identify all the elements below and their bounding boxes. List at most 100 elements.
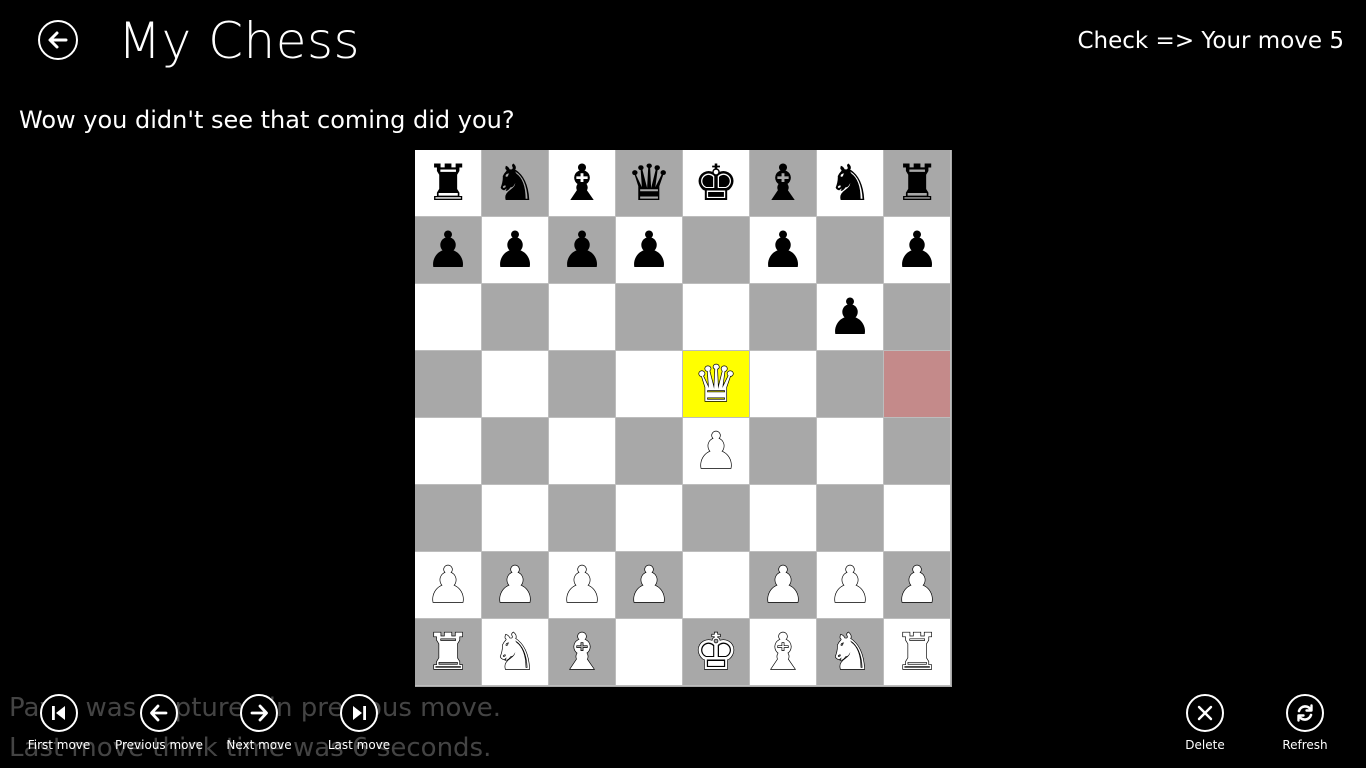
- square-a4[interactable]: [415, 418, 482, 485]
- square-b6[interactable]: [482, 284, 549, 351]
- square-g2[interactable]: ♟: [817, 552, 884, 619]
- square-d6[interactable]: [616, 284, 683, 351]
- square-f5[interactable]: [750, 351, 817, 418]
- next-move-label: Next move: [226, 738, 292, 752]
- next-move-button[interactable]: Next move: [209, 694, 309, 753]
- square-c3[interactable]: [549, 485, 616, 552]
- square-d8[interactable]: ♛: [616, 150, 683, 217]
- square-c5[interactable]: [549, 351, 616, 418]
- square-g1[interactable]: ♞: [817, 619, 884, 686]
- square-e8[interactable]: ♚: [683, 150, 750, 217]
- square-g6[interactable]: ♟: [817, 284, 884, 351]
- page-title: My Chess: [118, 12, 361, 70]
- back-button[interactable]: [38, 20, 78, 60]
- black-pawn-icon: ♟: [827, 288, 873, 346]
- black-pawn-icon: ♟: [425, 221, 471, 279]
- white-pawn-icon: ♟: [425, 556, 471, 614]
- square-h7[interactable]: ♟: [884, 217, 951, 284]
- square-d3[interactable]: [616, 485, 683, 552]
- white-pawn-icon: ♟: [626, 556, 672, 614]
- white-queen-icon: ♛: [693, 355, 739, 413]
- square-f4[interactable]: [750, 418, 817, 485]
- skip-to-end-icon: [353, 706, 366, 720]
- black-knight-icon: ♞: [492, 154, 538, 212]
- square-g7[interactable]: [817, 217, 884, 284]
- white-pawn-icon: ♟: [693, 422, 739, 480]
- square-g4[interactable]: [817, 418, 884, 485]
- square-f7[interactable]: ♟: [750, 217, 817, 284]
- first-move-button[interactable]: First move: [9, 694, 109, 753]
- white-rook-icon: ♜: [425, 623, 471, 681]
- chess-board: ♜ ♞ ♝ ♛ ♚ ♝ ♞ ♜ ♟ ♟ ♟ ♟ ♟ ♟ ♟ ♛ ♟ ♟ ♟ ♟ ♟ ♟ ♟ ♟ ♜ ♞ ♝ ♚ ♝ ♞ ♜: [415, 150, 952, 687]
- square-h3[interactable]: [884, 485, 951, 552]
- square-b2[interactable]: ♟: [482, 552, 549, 619]
- square-h1[interactable]: ♜: [884, 619, 951, 686]
- square-b8[interactable]: ♞: [482, 150, 549, 217]
- square-a5[interactable]: [415, 351, 482, 418]
- black-knight-icon: ♞: [827, 154, 873, 212]
- square-g5[interactable]: [817, 351, 884, 418]
- square-f8[interactable]: ♝: [750, 150, 817, 217]
- square-a3[interactable]: [415, 485, 482, 552]
- square-c2[interactable]: ♟: [549, 552, 616, 619]
- previous-move-button[interactable]: Previous move: [109, 694, 209, 753]
- last-move-button[interactable]: Last move: [309, 694, 409, 753]
- arrow-left-icon: [150, 704, 168, 722]
- square-d7[interactable]: ♟: [616, 217, 683, 284]
- white-bishop-icon: ♝: [559, 623, 605, 681]
- square-f6[interactable]: [750, 284, 817, 351]
- square-h4[interactable]: [884, 418, 951, 485]
- black-pawn-icon: ♟: [559, 221, 605, 279]
- square-h8[interactable]: ♜: [884, 150, 951, 217]
- square-g3[interactable]: [817, 485, 884, 552]
- delete-button[interactable]: Delete: [1155, 694, 1255, 753]
- square-c8[interactable]: ♝: [549, 150, 616, 217]
- game-status: Check => Your move 5: [1077, 28, 1344, 54]
- white-pawn-icon: ♟: [894, 556, 940, 614]
- square-b4[interactable]: [482, 418, 549, 485]
- square-e4[interactable]: ♟: [683, 418, 750, 485]
- square-f3[interactable]: [750, 485, 817, 552]
- square-b3[interactable]: [482, 485, 549, 552]
- square-b5[interactable]: [482, 351, 549, 418]
- square-c7[interactable]: ♟: [549, 217, 616, 284]
- black-pawn-icon: ♟: [626, 221, 672, 279]
- square-a1[interactable]: ♜: [415, 619, 482, 686]
- black-pawn-icon: ♟: [492, 221, 538, 279]
- square-a2[interactable]: ♟: [415, 552, 482, 619]
- square-h6[interactable]: [884, 284, 951, 351]
- square-e5[interactable]: ♛: [683, 351, 750, 418]
- square-f1[interactable]: ♝: [750, 619, 817, 686]
- square-d5[interactable]: [616, 351, 683, 418]
- computer-message: Wow you didn't see that coming did you?: [19, 106, 515, 134]
- square-e1[interactable]: ♚: [683, 619, 750, 686]
- square-c4[interactable]: [549, 418, 616, 485]
- black-queen-icon: ♛: [626, 154, 672, 212]
- black-bishop-icon: ♝: [559, 154, 605, 212]
- black-rook-icon: ♜: [894, 154, 940, 212]
- square-h2[interactable]: ♟: [884, 552, 951, 619]
- square-a6[interactable]: [415, 284, 482, 351]
- square-c6[interactable]: [549, 284, 616, 351]
- square-f2[interactable]: ♟: [750, 552, 817, 619]
- square-a8[interactable]: ♜: [415, 150, 482, 217]
- last-move-label: Last move: [327, 738, 391, 752]
- square-h5[interactable]: [884, 351, 951, 418]
- square-a7[interactable]: ♟: [415, 217, 482, 284]
- square-b7[interactable]: ♟: [482, 217, 549, 284]
- arrow-right-icon: [250, 704, 268, 722]
- square-d1[interactable]: [616, 619, 683, 686]
- black-king-icon: ♚: [693, 154, 739, 212]
- square-c1[interactable]: ♝: [549, 619, 616, 686]
- square-e2[interactable]: [683, 552, 750, 619]
- refresh-button[interactable]: Refresh: [1255, 694, 1355, 753]
- square-g8[interactable]: ♞: [817, 150, 884, 217]
- refresh-label: Refresh: [1282, 738, 1328, 752]
- square-d2[interactable]: ♟: [616, 552, 683, 619]
- square-d4[interactable]: [616, 418, 683, 485]
- square-e6[interactable]: [683, 284, 750, 351]
- square-e7[interactable]: [683, 217, 750, 284]
- square-b1[interactable]: ♞: [482, 619, 549, 686]
- black-pawn-icon: ♟: [760, 221, 806, 279]
- square-e3[interactable]: [683, 485, 750, 552]
